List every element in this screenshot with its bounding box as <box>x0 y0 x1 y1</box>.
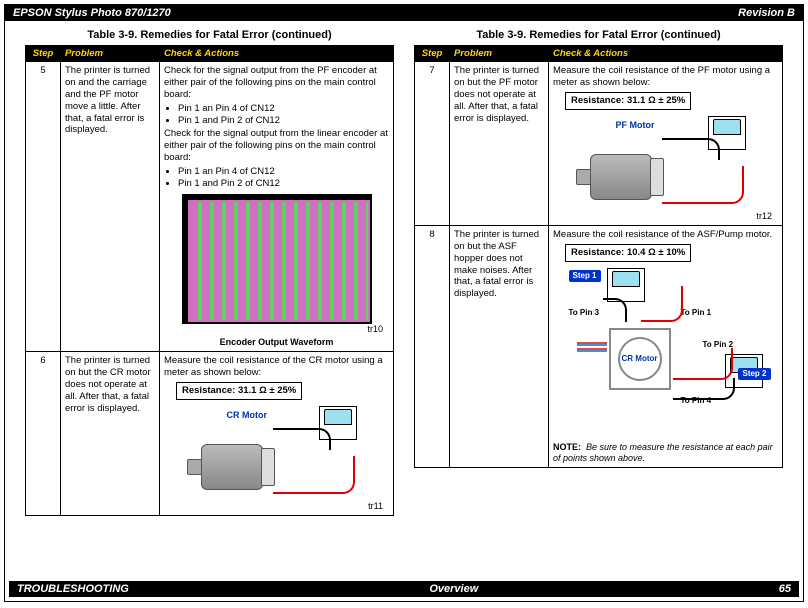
cr-motor-diagram: CR Motor <box>177 406 377 501</box>
table-title-left: Table 3-9. Remedies for Fatal Error (con… <box>25 29 394 41</box>
black-wire-icon <box>603 298 627 322</box>
black-wire-icon <box>673 378 735 400</box>
check-cell: Measure the coil resistance of the ASF/P… <box>549 225 783 467</box>
th-check: Check & Actions <box>549 46 783 62</box>
note-block: NOTE: Be sure to measure the resistance … <box>553 442 778 465</box>
step-cell: 7 <box>415 62 450 226</box>
cr-motor-label: CR Motor <box>618 337 662 381</box>
left-column: Table 3-9. Remedies for Fatal Error (con… <box>25 27 394 516</box>
pf-motor-diagram: PF Motor <box>566 116 766 211</box>
pin-list: Pin 1 an Pin 4 of CN12 Pin 1 and Pin 2 o… <box>178 103 389 127</box>
check-text: Measure the coil resistance of the ASF/P… <box>553 229 778 241</box>
table-row: 7 The printer is turned on but the PF mo… <box>415 62 783 226</box>
red-wire-icon <box>662 166 744 204</box>
list-item: Pin 1 and Pin 2 of CN12 <box>178 115 389 127</box>
check-cell: Check for the signal output from the PF … <box>160 62 394 352</box>
red-wire-icon <box>641 286 683 322</box>
check-cell: Measure the coil resistance of the CR mo… <box>160 352 394 516</box>
table-title-right: Table 3-9. Remedies for Fatal Error (con… <box>414 29 783 41</box>
pin1-label: To Pin 1 <box>681 308 712 318</box>
problem-cell: The printer is turned on and the carriag… <box>61 62 160 352</box>
resistance-box: Resistance: 31.1 Ω ± 25% <box>565 92 691 110</box>
step-cell: 5 <box>26 62 61 352</box>
th-step: Step <box>26 46 61 62</box>
asf-motor-diagram: Step 1 To Pin 3 To Pin 1 CR Motor To Pin… <box>561 268 771 438</box>
remedies-table-left: Step Problem Check & Actions 5 The print… <box>25 45 394 516</box>
motor-label: CR Motor <box>227 410 268 421</box>
list-item: Pin 1 an Pin 4 of CN12 <box>178 103 389 115</box>
page-frame: EPSON Stylus Photo 870/1270 Revision B T… <box>4 4 804 602</box>
note-text: Be sure to measure the resistance at eac… <box>553 442 773 463</box>
step-cell: 6 <box>26 352 61 516</box>
pin-list: Pin 1 an Pin 4 of CN12 Pin 1 and Pin 2 o… <box>178 166 389 190</box>
footer-page: 65 <box>779 583 791 595</box>
step-cell: 8 <box>415 225 450 467</box>
red-wire-icon <box>273 456 355 494</box>
th-step: Step <box>415 46 450 62</box>
right-column: Table 3-9. Remedies for Fatal Error (con… <box>414 27 783 516</box>
footer-bar: TROUBLESHOOTING Overview 65 <box>9 581 799 597</box>
table-row: 8 The printer is turned on but the ASF h… <box>415 225 783 467</box>
list-item: Pin 1 an Pin 4 of CN12 <box>178 166 389 178</box>
pin3-label: To Pin 3 <box>569 308 600 318</box>
th-problem: Problem <box>61 46 160 62</box>
resistance-box: Resistance: 10.4 Ω ± 10% <box>565 244 691 262</box>
remedies-table-right: Step Problem Check & Actions 7 The print… <box>414 45 783 468</box>
figure-caption: Encoder Output Waveform <box>164 337 389 348</box>
table-row: 6 The printer is turned on but the CR mo… <box>26 352 394 516</box>
th-check: Check & Actions <box>160 46 394 62</box>
resistance-box: Resistance: 31.1 Ω ± 25% <box>176 382 302 400</box>
red-wire-icon <box>673 348 733 380</box>
check-cell: Measure the coil resistance of the PF mo… <box>549 62 783 226</box>
content-columns: Table 3-9. Remedies for Fatal Error (con… <box>5 21 803 516</box>
footer-section: TROUBLESHOOTING <box>17 583 129 595</box>
black-wire-icon <box>662 138 720 160</box>
meter-icon <box>607 268 645 302</box>
cr-motor-box: CR Motor <box>609 328 671 390</box>
waveform-image <box>182 194 372 324</box>
figure-ref: tr11 <box>164 501 389 512</box>
list-item: Pin 1 and Pin 2 of CN12 <box>178 178 389 190</box>
th-problem: Problem <box>450 46 549 62</box>
table-row: 5 The printer is turned on and the carri… <box>26 62 394 352</box>
check-text: Measure the coil resistance of the CR mo… <box>164 355 389 379</box>
doc-revision: Revision B <box>738 7 795 19</box>
black-wire-icon <box>273 428 331 450</box>
motor-label: PF Motor <box>616 120 655 131</box>
step1-badge: Step 1 <box>569 270 601 282</box>
check-text: Check for the signal output from the lin… <box>164 128 389 164</box>
doc-title: EPSON Stylus Photo 870/1270 <box>13 7 171 19</box>
check-text: Check for the signal output from the PF … <box>164 65 389 101</box>
step2-badge: Step 2 <box>738 368 770 380</box>
ribbon-cable-icon <box>577 340 607 352</box>
problem-cell: The printer is turned on but the ASF hop… <box>450 225 549 467</box>
header-bar: EPSON Stylus Photo 870/1270 Revision B <box>5 5 803 21</box>
figure-ref: tr10 <box>164 324 389 335</box>
footer-subsection: Overview <box>429 583 478 595</box>
problem-cell: The printer is turned on but the CR moto… <box>61 352 160 516</box>
note-label: NOTE: <box>553 442 581 452</box>
figure-ref: tr12 <box>553 211 778 222</box>
motor-body-icon <box>201 444 263 490</box>
motor-body-icon <box>590 154 652 200</box>
problem-cell: The printer is turned on but the PF moto… <box>450 62 549 226</box>
check-text: Measure the coil resistance of the PF mo… <box>553 65 778 89</box>
